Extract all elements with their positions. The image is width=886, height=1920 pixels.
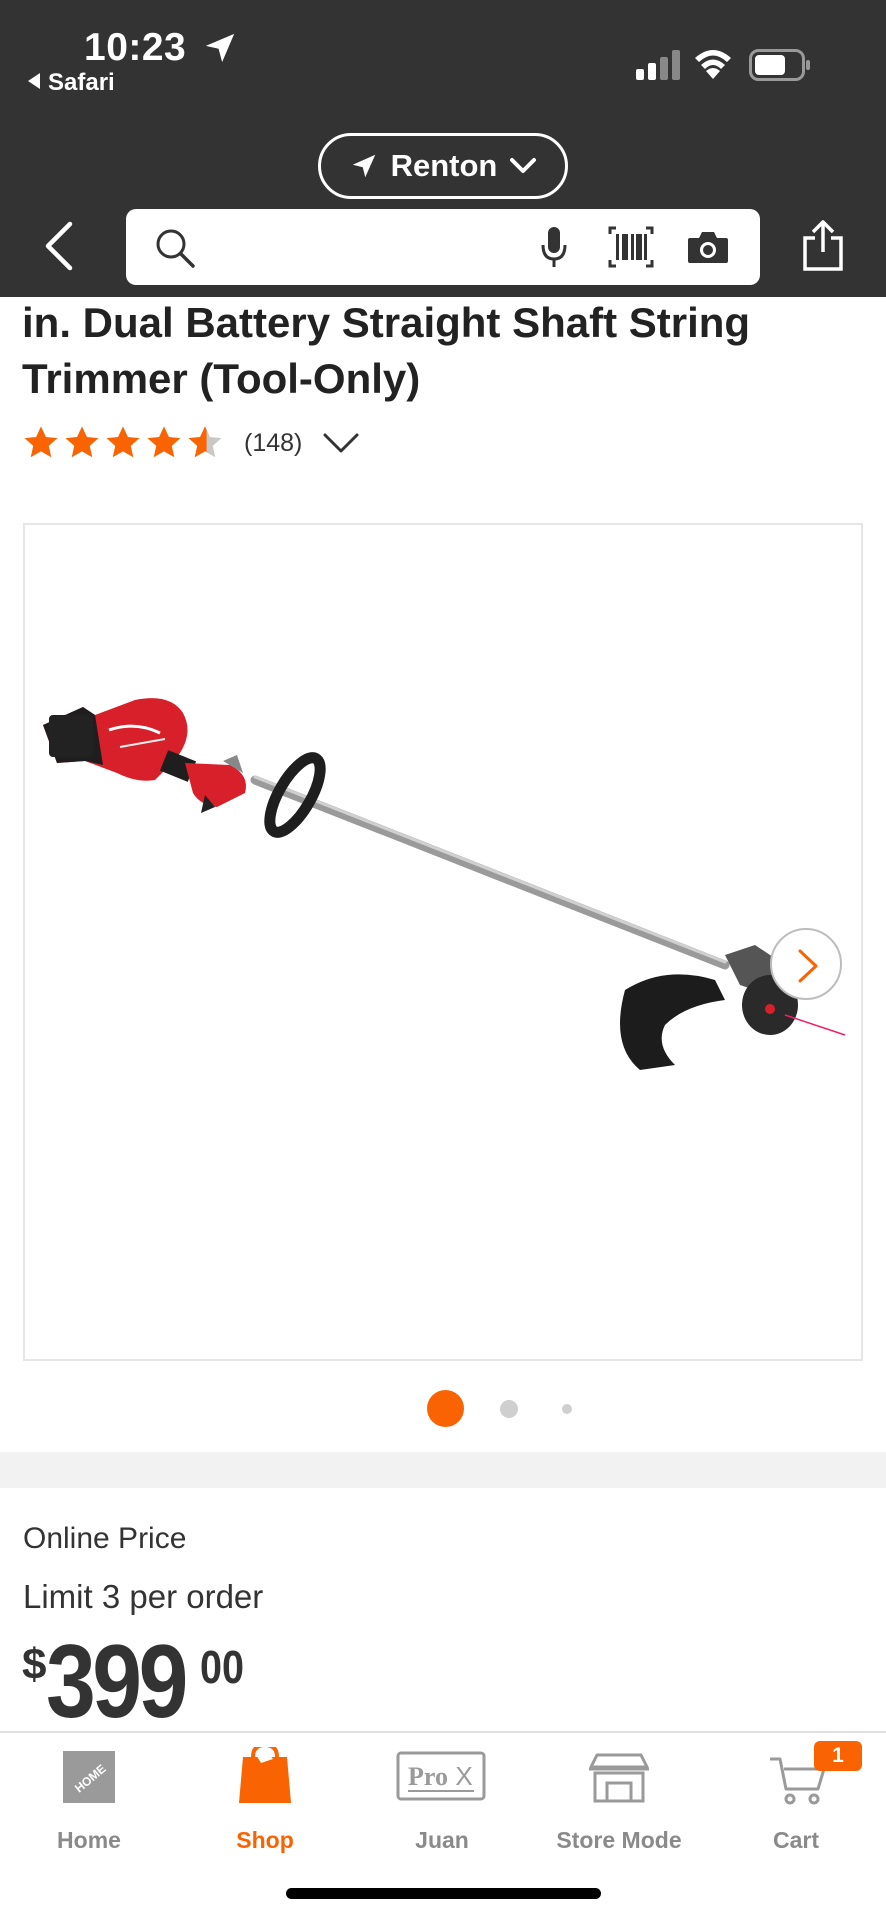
search-icon xyxy=(156,229,195,268)
location-arrow-icon xyxy=(352,154,375,178)
price-currency: $ xyxy=(22,1640,47,1689)
carousel-dot-active[interactable] xyxy=(427,1390,464,1427)
tab-label: Shop xyxy=(236,1827,294,1853)
product-title: in. Dual Battery Straight Shaft String T… xyxy=(22,299,751,402)
cart-count-badge: 1 xyxy=(814,1741,862,1771)
tab-store-mode[interactable]: Store Mode xyxy=(549,1747,689,1857)
microphone-icon[interactable] xyxy=(540,225,568,269)
back-to-app-link[interactable]: Safari xyxy=(28,69,115,97)
next-image-button[interactable] xyxy=(770,928,842,1000)
tab-home[interactable]: HOME Home xyxy=(19,1747,159,1857)
tab-label: Cart xyxy=(772,1827,819,1853)
svg-text:X: X xyxy=(455,1761,472,1791)
online-price-label: Online Price xyxy=(23,1522,187,1555)
prox-icon: Pro X xyxy=(396,1751,486,1801)
section-divider xyxy=(0,1452,886,1488)
tab-shop[interactable]: Shop xyxy=(195,1747,335,1857)
top-header: 10:23 Safari Renton xyxy=(0,0,886,297)
barcode-icon[interactable] xyxy=(608,226,654,268)
carousel-dot[interactable] xyxy=(500,1400,518,1418)
star-rating xyxy=(22,424,224,462)
share-icon[interactable] xyxy=(800,220,846,272)
tab-label: Store Mode xyxy=(556,1827,682,1853)
product-image-carousel[interactable] xyxy=(23,523,863,1361)
product-image xyxy=(43,698,846,1070)
chevron-down-icon[interactable] xyxy=(322,431,360,455)
tab-label: Juan xyxy=(415,1827,469,1853)
purchase-limit: Limit 3 per order xyxy=(23,1578,264,1615)
chevron-down-icon xyxy=(510,158,537,173)
star-icon xyxy=(147,426,181,458)
cellular-signal-icon xyxy=(636,50,680,80)
tab-label: Home xyxy=(57,1827,121,1853)
location-label: Renton xyxy=(390,148,498,183)
camera-icon[interactable] xyxy=(686,229,730,265)
battery-icon xyxy=(749,49,810,81)
svg-text:Pro: Pro xyxy=(408,1762,448,1791)
carousel-pagination xyxy=(0,1385,886,1429)
tab-pro-juan[interactable]: Pro X Juan xyxy=(372,1747,512,1857)
carousel-dot[interactable] xyxy=(562,1404,572,1414)
home-indicator[interactable] xyxy=(286,1888,601,1899)
store-icon xyxy=(589,1753,649,1803)
star-icon xyxy=(24,426,58,458)
price-cents: 00 xyxy=(200,1641,245,1693)
tab-cart[interactable]: 1 Cart xyxy=(726,1741,866,1857)
back-chevron-icon[interactable] xyxy=(40,220,80,272)
search-input[interactable] xyxy=(210,227,550,267)
star-icon xyxy=(106,426,140,458)
search-bar[interactable] xyxy=(126,209,760,285)
review-count[interactable]: (148) xyxy=(244,429,302,458)
wifi-icon xyxy=(695,50,731,79)
shopping-bag-icon xyxy=(239,1747,291,1803)
status-time: 10:23 xyxy=(84,26,187,69)
store-location-button[interactable]: Renton xyxy=(318,133,568,199)
home-depot-logo-icon: HOME xyxy=(63,1751,115,1803)
location-services-icon xyxy=(205,33,235,63)
chevron-right-icon xyxy=(798,949,818,983)
star-icon xyxy=(65,426,99,458)
product-price: $ 399 00 xyxy=(22,1626,252,1738)
price-dollars: 399 xyxy=(46,1624,188,1740)
back-app-label: Safari xyxy=(48,69,115,96)
back-triangle-icon xyxy=(28,73,40,89)
half-star-icon xyxy=(188,426,222,458)
rating-summary[interactable]: (148) xyxy=(22,422,360,464)
